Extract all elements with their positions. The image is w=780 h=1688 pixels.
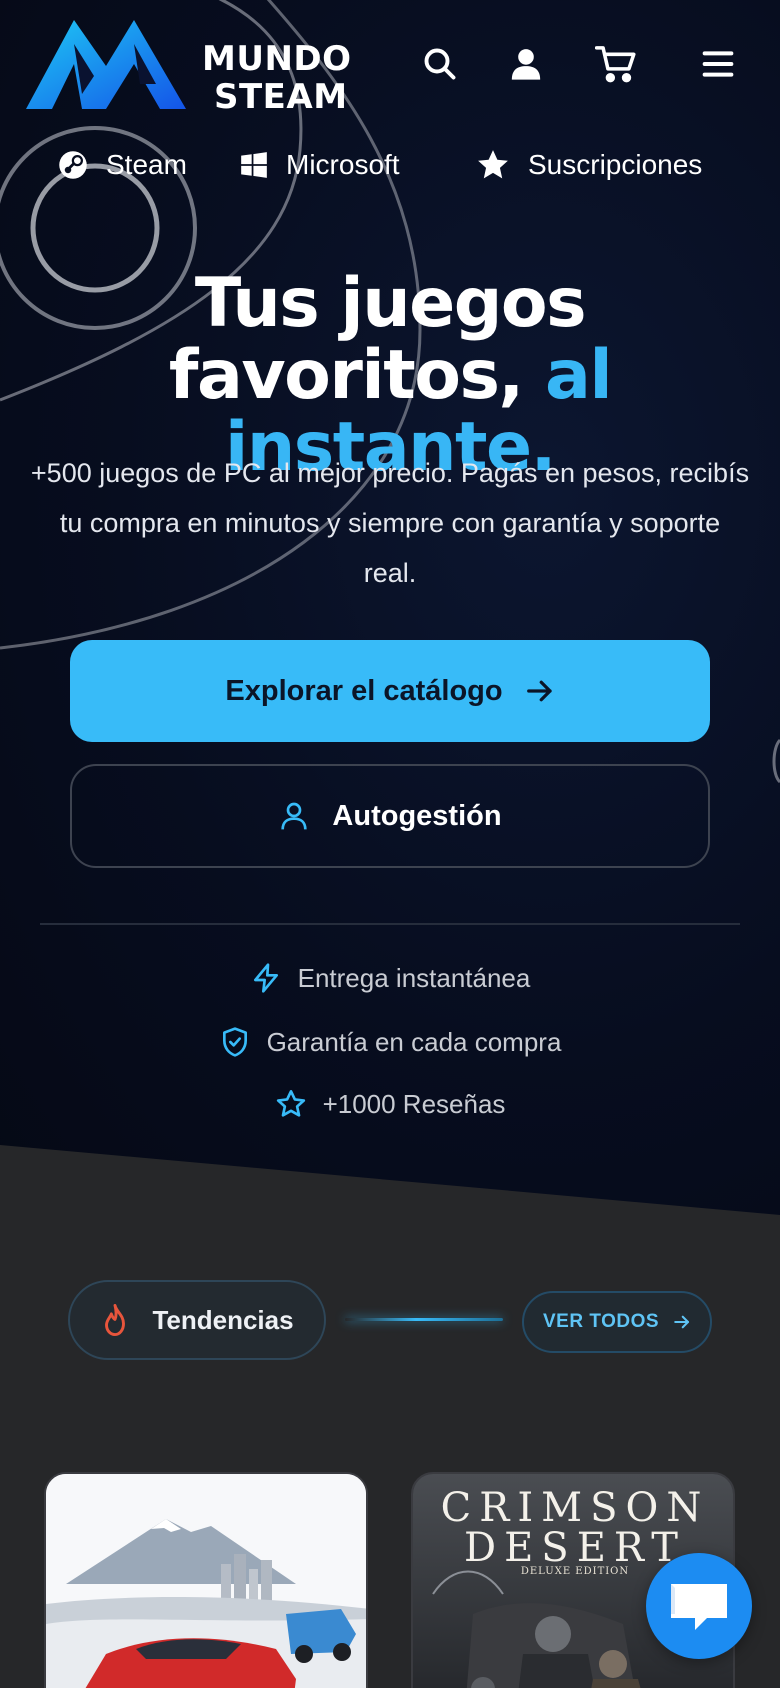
bolt-icon [253,963,278,993]
explore-catalog-button[interactable]: Explorar el catálogo [70,640,710,742]
trending-header: Tendencias VER TODOS [0,1280,780,1366]
feature-label: Garantía en cada compra [266,1026,562,1057]
nav-item-label: Suscripciones [528,149,703,180]
product-card[interactable] [44,1472,368,1688]
category-nav: Steam Microsoft Suscripciones [0,140,780,190]
windows-icon [241,152,267,178]
star-icon [478,150,508,179]
chat-bubble-icon [671,1584,727,1630]
self-service-label: Autogestión [332,799,502,832]
nav-item-steam[interactable]: Steam [58,140,187,190]
brand-line2: STEAM [214,77,348,117]
nav-item-suscripciones[interactable]: Suscripciones [476,140,702,190]
brand-line1: MUNDO [202,39,352,79]
product-title-line2: DESERT [464,1525,686,1571]
hero-title-line2a: favoritos, [168,336,524,415]
arrow-right-icon [526,680,552,702]
cart-icon[interactable] [594,42,638,86]
chat-button[interactable] [646,1553,752,1659]
hero-title-line1: Tus juegos [194,264,587,343]
site-header: MUNDO STEAM [0,0,780,125]
menu-icon[interactable] [696,42,740,86]
feature-label: +1000 Reseñas [322,1088,506,1119]
mountain-logo-icon [26,20,186,109]
self-service-button[interactable]: Autogestión [70,764,710,868]
explore-catalog-label: Explorar el catálogo [225,674,503,707]
fire-icon [105,1303,126,1337]
hero-section: MUNDO STEAM Steam Microsoft Suscripcione [0,0,780,1215]
trending-pill[interactable]: Tendencias [68,1280,326,1360]
user-icon[interactable] [504,42,548,86]
nav-item-label: Microsoft [286,149,400,180]
feature-label: Entrega instantánea [297,962,531,993]
hero-subtitle: +500 juegos de PC al mejor precio. Pagás… [30,458,750,588]
brand-name: MUNDO STEAM [202,40,352,116]
product-cover-image [46,1474,366,1688]
steam-icon [59,151,87,179]
nav-item-microsoft[interactable]: Microsoft [240,140,400,190]
trending-label: Tendencias [152,1304,294,1335]
hero-divider [40,923,740,925]
search-icon[interactable] [418,42,462,86]
star-outline-icon [276,1090,305,1117]
arrow-right-icon [674,1315,690,1329]
feature-instant-delivery: Entrega instantánea [0,962,780,994]
feature-guarantee: Garantía en cada compra [0,1026,780,1058]
glow-divider [345,1318,503,1321]
view-all-label: VER TODOS [542,1311,660,1332]
view-all-button[interactable]: VER TODOS [522,1291,712,1353]
shield-check-icon [222,1027,247,1057]
brand-logo[interactable]: MUNDO STEAM [22,14,351,116]
feature-reviews: +1000 Reseñas [0,1088,780,1120]
nav-item-label: Steam [106,149,187,180]
user-outline-icon [281,802,308,830]
